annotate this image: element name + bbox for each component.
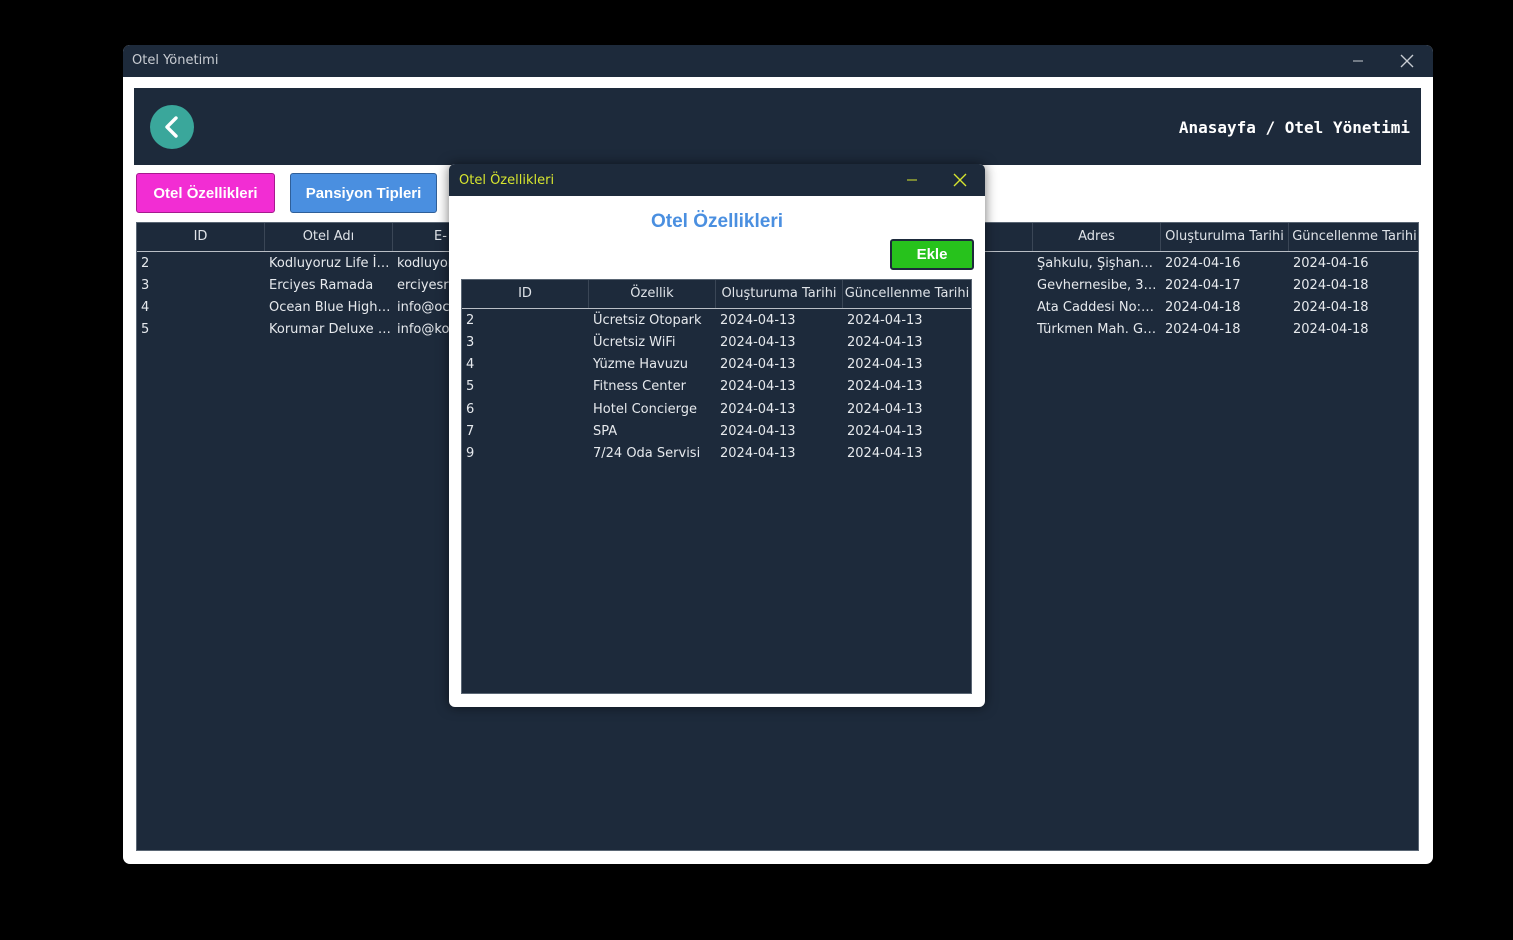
- table-row[interactable]: 2 Ücretsiz Otopark 2024-04-13 2024-04-13: [462, 310, 971, 332]
- cell-created: 2024-04-13: [720, 379, 796, 394]
- cell-id: 2: [466, 313, 475, 328]
- close-icon: [953, 173, 967, 187]
- main-window-title: Otel Yönetimi: [132, 53, 219, 68]
- cell-created: 2024-04-13: [720, 357, 796, 372]
- hotel-features-dialog: Otel Özellikleri Otel Özellikleri Ekle I…: [449, 164, 985, 707]
- cell-feature: Yüzme Havuzu: [593, 357, 689, 372]
- cell-address: Ata Caddesi No:6 ...: [1037, 300, 1161, 315]
- cell-id: 5: [466, 379, 475, 394]
- cell-hotel-name: Ocean Blue High ...: [269, 300, 393, 315]
- table-row[interactable]: 4 Yüzme Havuzu 2024-04-13 2024-04-13: [462, 354, 971, 376]
- cell-feature: Hotel Concierge: [593, 402, 697, 417]
- cell-updated: 2024-04-13: [847, 313, 923, 328]
- dialog-title: Otel Özellikleri: [459, 173, 555, 188]
- dialog-heading: Otel Özellikleri: [651, 211, 783, 232]
- column-header-address[interactable]: Adres: [1033, 223, 1161, 251]
- column-header-updated[interactable]: Güncellenme Tarihi: [1289, 223, 1418, 251]
- cell-created: 2024-04-18: [1165, 322, 1241, 337]
- column-header-created[interactable]: Oluşturulma Tarihi: [1161, 223, 1289, 251]
- cell-hotel-name: Erciyes Ramada: [269, 278, 374, 293]
- cell-feature: Ücretsiz WiFi: [593, 335, 676, 350]
- main-titlebar[interactable]: Otel Yönetimi: [123, 45, 1433, 77]
- cell-address: Şahkulu, Şişhane ...: [1037, 256, 1161, 271]
- features-table-header: ID Özellik Oluşturuma Tarihi Güncellenme…: [462, 280, 971, 309]
- cell-created: 2024-04-13: [720, 335, 796, 350]
- table-row[interactable]: 9 7/24 Oda Servisi 2024-04-13 2024-04-13: [462, 443, 971, 465]
- column-header-updated[interactable]: Güncellenme Tarihi: [843, 280, 971, 308]
- cell-address: Türkmen Mah. Ga...: [1037, 322, 1161, 337]
- close-button[interactable]: [1384, 45, 1430, 77]
- cell-created: 2024-04-17: [1165, 278, 1241, 293]
- cell-address: Gevhernesibe, 381...: [1037, 278, 1161, 293]
- cell-created: 2024-04-16: [1165, 256, 1241, 271]
- back-button[interactable]: [150, 105, 194, 149]
- cell-updated: 2024-04-13: [847, 335, 923, 350]
- cell-id: 4: [141, 300, 150, 315]
- cell-created: 2024-04-13: [720, 424, 796, 439]
- hotel-features-button[interactable]: Otel Özellikleri: [136, 173, 275, 213]
- dialog-titlebar[interactable]: Otel Özellikleri: [449, 164, 985, 196]
- dialog-close-button[interactable]: [937, 164, 983, 196]
- pension-types-button[interactable]: Pansiyon Tipleri: [290, 173, 437, 213]
- minimize-icon: [1353, 60, 1363, 62]
- cell-created: 2024-04-18: [1165, 300, 1241, 315]
- table-row[interactable]: 7 SPA 2024-04-13 2024-04-13: [462, 421, 971, 443]
- cell-updated: 2024-04-18: [1293, 322, 1369, 337]
- close-icon: [1400, 54, 1414, 68]
- add-button[interactable]: Ekle: [890, 239, 974, 270]
- table-row[interactable]: 5 Fitness Center 2024-04-13 2024-04-13: [462, 376, 971, 398]
- cell-id: 3: [141, 278, 150, 293]
- cell-feature: 7/24 Oda Servisi: [593, 446, 701, 461]
- table-row[interactable]: 6 Hotel Concierge 2024-04-13 2024-04-13: [462, 399, 971, 421]
- features-table[interactable]: ID Özellik Oluşturuma Tarihi Güncellenme…: [461, 279, 972, 694]
- cell-id: 9: [466, 446, 475, 461]
- cell-hotel-name: Kodluyoruz Life İst...: [269, 256, 393, 271]
- cell-id: 2: [141, 256, 150, 271]
- dialog-minimize-button[interactable]: [889, 164, 935, 196]
- column-header-feature[interactable]: Özellik: [589, 280, 716, 308]
- chevron-left-icon: [165, 116, 178, 138]
- cell-id: 5: [141, 322, 150, 337]
- table-row[interactable]: 3 Ücretsiz WiFi 2024-04-13 2024-04-13: [462, 332, 971, 354]
- cell-updated: 2024-04-13: [847, 379, 923, 394]
- header-bar: Anasayfa / Otel Yönetimi: [134, 88, 1421, 165]
- cell-id: 4: [466, 357, 475, 372]
- cell-updated: 2024-04-16: [1293, 256, 1369, 271]
- cell-created: 2024-04-13: [720, 402, 796, 417]
- cell-feature: SPA: [593, 424, 618, 439]
- cell-updated: 2024-04-13: [847, 402, 923, 417]
- cell-id: 7: [466, 424, 475, 439]
- cell-hotel-name: Korumar Deluxe H...: [269, 322, 393, 337]
- cell-updated: 2024-04-18: [1293, 278, 1369, 293]
- cell-id: 3: [466, 335, 475, 350]
- cell-updated: 2024-04-13: [847, 357, 923, 372]
- cell-created: 2024-04-13: [720, 313, 796, 328]
- column-header-id[interactable]: ID: [137, 223, 265, 251]
- cell-feature: Fitness Center: [593, 379, 686, 394]
- column-header-created[interactable]: Oluşturuma Tarihi: [716, 280, 843, 308]
- column-header-hotel-name[interactable]: Otel Adı: [265, 223, 393, 251]
- cell-feature: Ücretsiz Otopark: [593, 313, 702, 328]
- cell-updated: 2024-04-13: [847, 424, 923, 439]
- cell-created: 2024-04-13: [720, 446, 796, 461]
- minimize-button[interactable]: [1335, 45, 1381, 77]
- cell-updated: 2024-04-18: [1293, 300, 1369, 315]
- cell-updated: 2024-04-13: [847, 446, 923, 461]
- breadcrumb: Anasayfa / Otel Yönetimi: [1178, 118, 1410, 137]
- minimize-icon: [907, 179, 917, 181]
- column-header-id[interactable]: ID: [462, 280, 589, 308]
- cell-id: 6: [466, 402, 475, 417]
